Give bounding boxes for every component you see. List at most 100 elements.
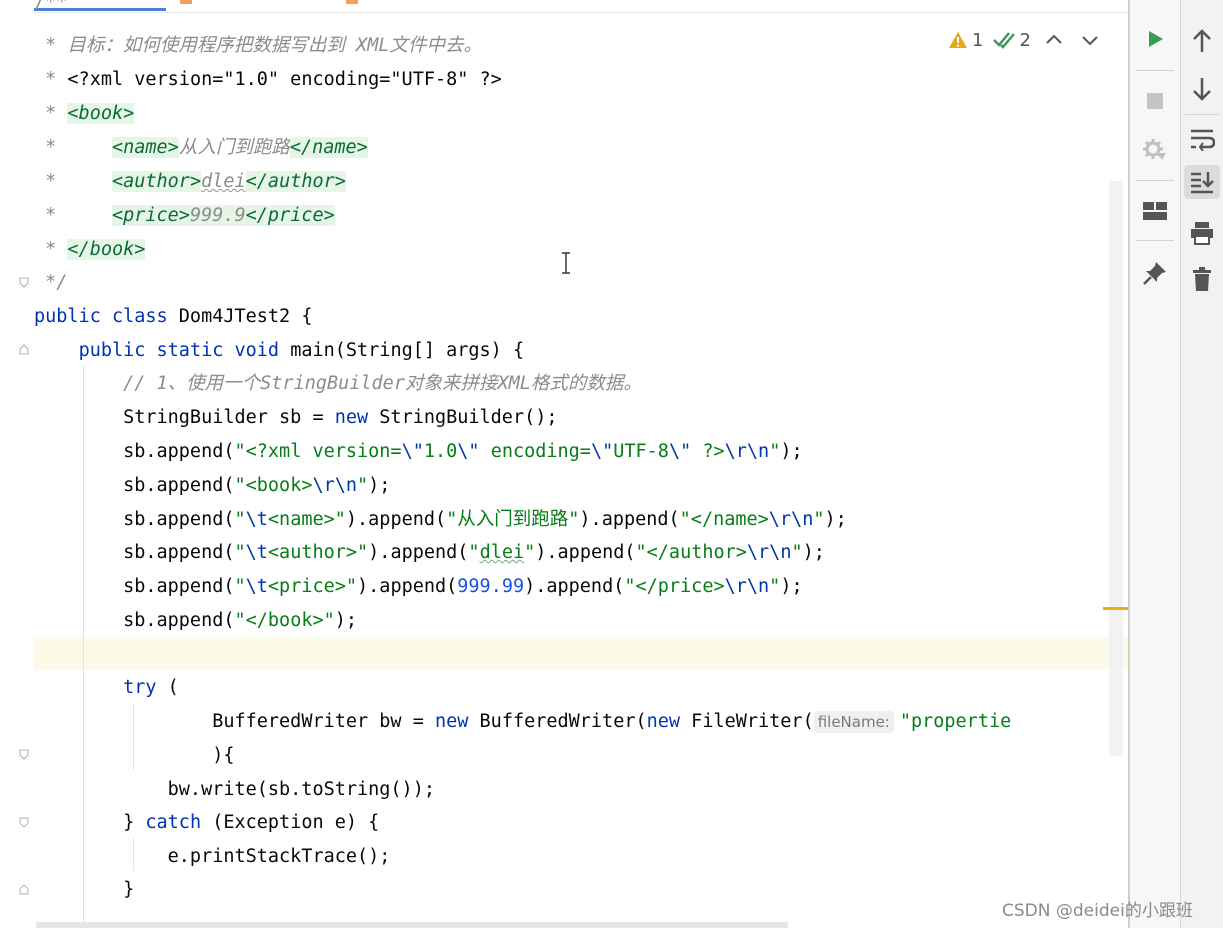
code-line: e.printStackTrace(); — [34, 840, 391, 873]
escape-seq: \" — [590, 441, 614, 462]
string-literal: "</name> — [679, 509, 769, 530]
code-text: e.printStackTrace(); — [167, 846, 391, 867]
code-text: ).append( — [345, 509, 447, 530]
code-text: bw.write(sb.toString()); — [167, 779, 435, 800]
code-line: // 1、使用一个StringBuilder对象来拼接XML格式的数据。 — [34, 367, 642, 400]
code-text: ){ — [212, 745, 235, 766]
string-literal: "</author> — [635, 542, 747, 563]
xml-tag: <book> — [67, 103, 135, 124]
clear-button[interactable] — [1184, 262, 1220, 296]
arrow-up-icon — [1193, 29, 1211, 52]
comment-text: <?xml version="1.0" encoding="UTF-8" ?> — [67, 69, 502, 90]
fold-icon[interactable] — [18, 344, 30, 356]
code-text: ).append( — [524, 576, 625, 597]
soft-wrap-button[interactable] — [1184, 122, 1220, 156]
code-text: sb.append( — [123, 509, 235, 530]
xml-value: dlei — [201, 171, 246, 192]
stop-button[interactable] — [1137, 84, 1173, 118]
debug-button[interactable] — [1137, 132, 1173, 166]
fold-icon[interactable] — [18, 748, 30, 760]
string-literal: 1.0 — [423, 441, 458, 462]
code-line: * <?xml version="1.0" encoding="UTF-8" ?… — [34, 63, 502, 96]
code-line: * </book> — [34, 233, 146, 266]
string-literal: " — [234, 542, 246, 563]
escape-seq: \r\n — [312, 475, 358, 496]
keyword: new — [334, 407, 369, 428]
inspection-widget[interactable]: 1 2 — [948, 25, 1103, 55]
fold-icon[interactable] — [18, 276, 30, 288]
scroll-to-end-icon — [1191, 172, 1214, 194]
scroll-to-end-button[interactable] — [1184, 165, 1220, 199]
scroll-up-button[interactable] — [1184, 24, 1220, 58]
escape-seq: \" — [457, 441, 480, 462]
code-line: * <book> — [34, 97, 135, 130]
print-icon — [1191, 222, 1213, 245]
code-text: StringBuilder(); — [368, 407, 558, 428]
code-line: * <author>dlei</author> — [34, 165, 346, 198]
text-cursor-icon — [562, 252, 570, 274]
class-name: Dom4JTest2 — [178, 306, 291, 327]
code-text: sb.append( — [123, 441, 235, 462]
string-literal: " — [234, 509, 246, 530]
string-literal: <author>" — [267, 542, 369, 563]
comment-star: * — [45, 239, 57, 260]
toolbar-separator — [1136, 240, 1174, 241]
xml-tag: <author> — [111, 171, 202, 192]
console-tool-strip — [1181, 0, 1223, 928]
trash-icon — [1193, 267, 1211, 291]
chevron-down-icon[interactable] — [1077, 30, 1103, 50]
keyword: catch — [145, 812, 202, 833]
code-line: bw.write(sb.toString()); — [34, 773, 435, 806]
code-text: ); — [334, 610, 358, 631]
layout-button[interactable] — [1137, 194, 1173, 228]
comment-star: * — [45, 171, 57, 192]
print-button[interactable] — [1184, 216, 1220, 250]
string-literal: encoding= — [479, 441, 591, 462]
warning-stripe-marker[interactable] — [1103, 607, 1128, 610]
code-line: * 目标：如何使用程序把数据写出到 XML文件中去。 — [34, 29, 482, 62]
fold-icon[interactable] — [18, 816, 30, 828]
keyword: new — [434, 711, 469, 732]
string-literal: "从入门到跑路" — [446, 509, 580, 530]
code-text: ).append( — [535, 542, 636, 563]
keyword: try — [123, 677, 157, 698]
parameter-hint: fileName: — [813, 711, 894, 733]
xml-tag: <price> — [111, 205, 190, 226]
code-line: sb.append("<book>\r\n"); — [34, 469, 390, 502]
code-line: * <name>从入门到跑路</name> — [34, 131, 368, 164]
string-literal: dlei — [479, 542, 525, 563]
string-literal: ?> — [691, 441, 725, 462]
keyword: new — [646, 711, 681, 732]
keyword: public class — [34, 306, 168, 327]
scroll-down-button[interactable] — [1184, 72, 1220, 106]
string-literal: " — [769, 576, 781, 597]
code-line: } — [34, 873, 134, 906]
comment-star: * — [34, 69, 68, 90]
soft-wrap-icon — [1191, 129, 1215, 151]
string-literal: " — [791, 542, 803, 563]
stop-icon — [1147, 93, 1163, 109]
chevron-up-icon[interactable] — [1041, 30, 1067, 50]
code-text: ); — [824, 509, 847, 530]
weak-warnings-indicator[interactable]: 2 — [993, 30, 1031, 51]
vertical-scrollbar[interactable] — [1109, 181, 1123, 756]
warnings-indicator[interactable]: 1 — [948, 30, 983, 51]
code-line: /** — [34, 0, 68, 13]
xml-tag: </price> — [245, 205, 335, 226]
arrow-down-icon — [1193, 78, 1211, 101]
code-text: sb.append( — [123, 610, 235, 631]
comment-end: */ — [45, 272, 68, 293]
code-text: FileWriter( — [680, 711, 814, 732]
escape-seq: \r\n — [724, 576, 770, 597]
code-line: StringBuilder sb = new StringBuilder(); — [34, 401, 558, 434]
code-text: ); — [802, 542, 825, 563]
escape-seq: \t — [245, 509, 268, 530]
code-line: * <price>999.9</price> — [34, 199, 335, 232]
horizontal-scrollbar[interactable] — [36, 922, 788, 928]
run-button[interactable] — [1137, 22, 1173, 56]
pin-button[interactable] — [1137, 256, 1173, 290]
xml-tag: <name> — [111, 137, 179, 158]
code-editor[interactable]: /** * 目标：如何使用程序把数据写出到 XML文件中去。 * <?xml v… — [34, 0, 1128, 928]
fold-icon[interactable] — [18, 884, 30, 896]
comment-star: * — [45, 103, 57, 124]
